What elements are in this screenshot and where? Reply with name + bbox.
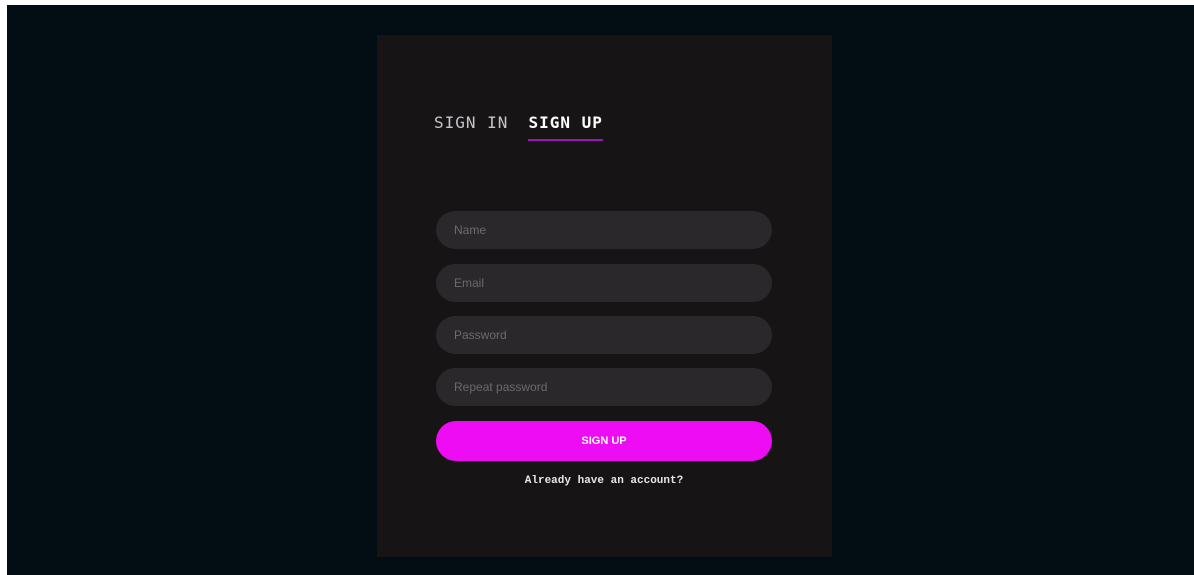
tab-sign-in[interactable]: SIGN IN (434, 113, 508, 141)
repeat-password-field[interactable] (436, 368, 772, 406)
auth-card: SIGN IN SIGN UP SIGN UP Already have an … (377, 35, 832, 557)
tab-sign-up[interactable]: SIGN UP (528, 113, 603, 141)
sign-up-button[interactable]: SIGN UP (436, 421, 772, 461)
name-field[interactable] (436, 211, 772, 249)
already-have-account-link[interactable]: Already have an account? (436, 475, 772, 487)
auth-tabs: SIGN IN SIGN UP (434, 113, 603, 141)
page-background: SIGN IN SIGN UP SIGN UP Already have an … (7, 5, 1194, 575)
email-field[interactable] (436, 264, 772, 302)
password-field[interactable] (436, 316, 772, 354)
